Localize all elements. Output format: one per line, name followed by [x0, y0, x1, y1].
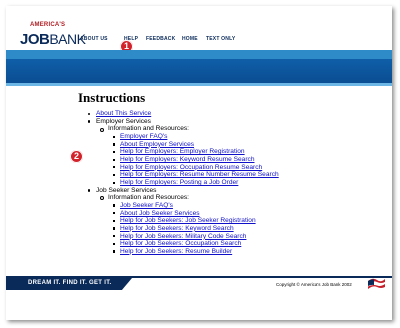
link-employer-registration[interactable]: Help for Employers: Employer Registratio… — [120, 148, 245, 155]
list-item: About This Service — [84, 110, 279, 118]
link-about-this-service[interactable]: About This Service — [96, 110, 151, 117]
logo-wordmark: JOBBANK — [20, 31, 86, 48]
list-item: Help for Employers: Posting a Job Order — [108, 179, 279, 187]
banner-underline — [6, 83, 392, 86]
link-job-seeker-occupation-search[interactable]: Help for Job Seekers: Occupation Search — [120, 240, 241, 247]
link-about-job-seeker-services[interactable]: About Job Seeker Services — [120, 210, 200, 217]
list-item: Help for Employers: Resume Number Resume… — [108, 171, 279, 179]
job-seeker-services-label: Job Seeker Services — [96, 186, 157, 194]
copyright-text: Copyright © America's Job Bank 2002 — [276, 282, 352, 287]
list-item: About Job Seeker Services — [108, 210, 279, 218]
nav-feedback[interactable]: FEEDBACK — [146, 36, 175, 42]
banner — [6, 59, 392, 83]
link-employer-posting-job-order[interactable]: Help for Employers: Posting a Job Order — [120, 179, 238, 186]
banner-stripe — [6, 50, 392, 59]
nav-about-us[interactable]: ABOUT US — [80, 36, 108, 42]
flag-icon — [368, 278, 385, 289]
list-item: Help for Job Seekers: Resume Builder — [108, 248, 279, 256]
employer-resources-label: Information and Resources: — [108, 125, 189, 133]
list-item: Job Seeker Services Information and Reso… — [84, 187, 279, 256]
link-job-seeker-faq[interactable]: Job Seeker FAQ's — [120, 202, 173, 209]
list-item: Job Seeker FAQ's — [108, 202, 279, 210]
logo-tagline: AMERICA'S — [30, 22, 66, 28]
link-employer-occupation-resume-search[interactable]: Help for Employers: Occupation Resume Se… — [120, 164, 262, 171]
list-item: About Employer Services — [108, 141, 279, 149]
link-employer-keyword-resume-search[interactable]: Help for Employers: Keyword Resume Searc… — [120, 156, 255, 163]
list-item: Help for Employers: Employer Registratio… — [108, 148, 279, 156]
link-job-seeker-military-code-search[interactable]: Help for Job Seekers: Military Code Sear… — [120, 233, 246, 240]
link-employer-resume-number-search[interactable]: Help for Employers: Resume Number Resume… — [120, 171, 279, 178]
list-item: Information and Resources: Employer FAQ'… — [96, 125, 279, 186]
logo-word-job: JOB — [20, 31, 50, 48]
list-item: Help for Employers: Occupation Resume Se… — [108, 164, 279, 172]
nav-text-only[interactable]: TEXT ONLY — [206, 36, 235, 42]
list-item: Employer Services Information and Resour… — [84, 118, 279, 187]
employer-services-label: Employer Services — [96, 117, 151, 125]
list-item: Employer FAQ's — [108, 133, 279, 141]
instructions-list: About This Service Employer Services Inf… — [84, 110, 279, 255]
list-item: Help for Job Seekers: Keyword Search — [108, 225, 279, 233]
nav-home[interactable]: HOME — [182, 36, 198, 42]
list-item: Help for Job Seekers: Job Seeker Registr… — [108, 217, 279, 225]
page-title: Instructions — [78, 90, 146, 105]
list-item: Help for Job Seekers: Military Code Sear… — [108, 233, 279, 241]
ajb-logo[interactable]: AMERICA'S JOBBANK — [20, 22, 86, 48]
list-item: Help for Job Seekers: Occupation Search — [108, 240, 279, 248]
list-item: Help for Employers: Keyword Resume Searc… — [108, 156, 279, 164]
link-job-seeker-resume-builder[interactable]: Help for Job Seekers: Resume Builder — [120, 248, 232, 255]
footer-slogan: DREAM IT. FIND IT. GET IT. — [28, 280, 112, 286]
annotation-marker-2: 2 — [70, 150, 83, 163]
link-job-seeker-registration[interactable]: Help for Job Seekers: Job Seeker Registr… — [120, 217, 256, 224]
browser-page: AMERICA'S JOBBANK ABOUT US HELP FEEDBACK… — [6, 6, 392, 320]
job-seeker-resources-label: Information and Resources: — [108, 194, 189, 202]
list-item: Information and Resources: Job Seeker FA… — [96, 194, 279, 255]
footer-rule — [6, 276, 392, 278]
link-about-employer-services[interactable]: About Employer Services — [120, 141, 194, 148]
link-job-seeker-keyword-search[interactable]: Help for Job Seekers: Keyword Search — [120, 225, 234, 232]
link-employer-faq[interactable]: Employer FAQ's — [120, 133, 167, 140]
